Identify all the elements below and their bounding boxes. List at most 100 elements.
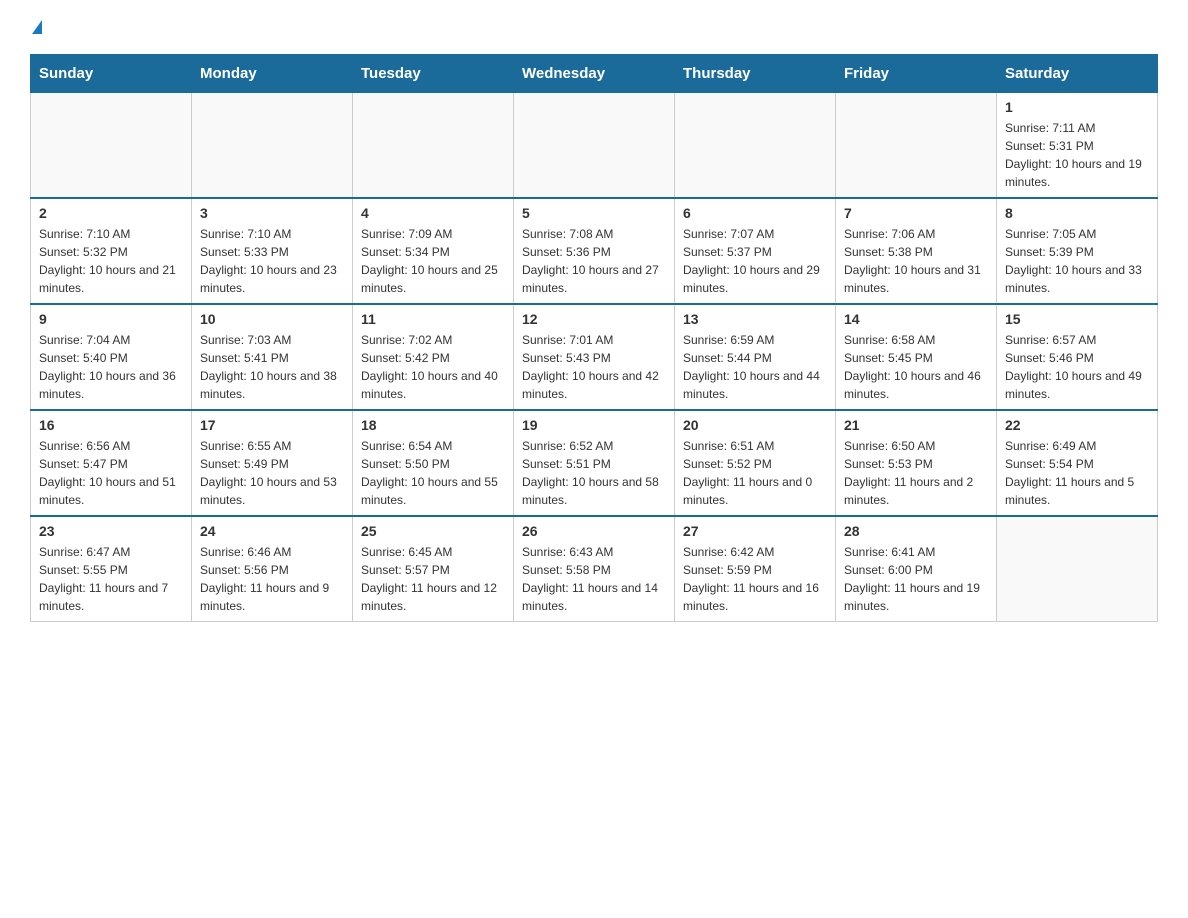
calendar-day-cell: 12 Sunrise: 7:01 AMSunset: 5:43 PMDayligh… — [514, 304, 675, 410]
day-number: 28 — [844, 523, 988, 539]
day-info: Sunrise: 7:08 AMSunset: 5:36 PMDaylight:… — [522, 225, 666, 297]
day-of-week-header: Wednesday — [514, 55, 675, 93]
day-number: 3 — [200, 205, 344, 221]
day-number: 6 — [683, 205, 827, 221]
calendar-day-cell: 19 Sunrise: 6:52 AMSunset: 5:51 PMDayligh… — [514, 410, 675, 516]
calendar-day-cell — [997, 516, 1158, 622]
calendar-day-cell: 7Sunrise: 7:06 AMSunset: 5:38 PMDaylight… — [836, 198, 997, 304]
calendar-day-cell: 11 Sunrise: 7:02 AMSunset: 5:42 PMDayligh… — [353, 304, 514, 410]
calendar-day-cell: 2 Sunrise: 7:10 AMSunset: 5:32 PMDaylight… — [31, 198, 192, 304]
calendar-day-cell: 10 Sunrise: 7:03 AMSunset: 5:41 PMDayligh… — [192, 304, 353, 410]
calendar-day-cell: 15 Sunrise: 6:57 AMSunset: 5:46 PMDayligh… — [997, 304, 1158, 410]
day-number: 10 — [200, 311, 344, 327]
calendar-day-cell — [514, 93, 675, 199]
day-info: Sunrise: 7:05 AMSunset: 5:39 PMDaylight:… — [1005, 225, 1149, 297]
day-number: 11 — [361, 311, 505, 327]
day-info: Sunrise: 6:50 AMSunset: 5:53 PMDaylight:… — [844, 437, 988, 509]
calendar-day-cell: 24 Sunrise: 6:46 AMSunset: 5:56 PMDayligh… — [192, 516, 353, 622]
day-number: 27 — [683, 523, 827, 539]
day-number: 16 — [39, 417, 183, 433]
calendar-day-cell — [192, 93, 353, 199]
calendar-day-cell: 14 Sunrise: 6:58 AMSunset: 5:45 PMDayligh… — [836, 304, 997, 410]
calendar-day-cell: 28Sunrise: 6:41 AMSunset: 6:00 PMDayligh… — [836, 516, 997, 622]
day-of-week-header: Monday — [192, 55, 353, 93]
calendar-day-cell: 3 Sunrise: 7:10 AMSunset: 5:33 PMDaylight… — [192, 198, 353, 304]
day-info: Sunrise: 6:49 AMSunset: 5:54 PMDaylight:… — [1005, 437, 1149, 509]
calendar-day-cell: 5 Sunrise: 7:08 AMSunset: 5:36 PMDaylight… — [514, 198, 675, 304]
calendar-day-cell: 25 Sunrise: 6:45 AMSunset: 5:57 PMDayligh… — [353, 516, 514, 622]
calendar-day-cell: 22 Sunrise: 6:49 AMSunset: 5:54 PMDayligh… — [997, 410, 1158, 516]
day-number: 9 — [39, 311, 183, 327]
day-number: 14 — [844, 311, 988, 327]
page-header — [30, 20, 1158, 34]
logo-triangle-icon — [32, 20, 42, 34]
day-info: Sunrise: 7:09 AMSunset: 5:34 PMDaylight:… — [361, 225, 505, 297]
calendar-table: SundayMondayTuesdayWednesdayThursdayFrid… — [30, 54, 1158, 622]
calendar-week-row: 2 Sunrise: 7:10 AMSunset: 5:32 PMDaylight… — [31, 198, 1158, 304]
day-of-week-header: Friday — [836, 55, 997, 93]
day-of-week-header: Thursday — [675, 55, 836, 93]
day-info: Sunrise: 7:02 AMSunset: 5:42 PMDaylight:… — [361, 331, 505, 403]
calendar-header-row: SundayMondayTuesdayWednesdayThursdayFrid… — [31, 55, 1158, 93]
day-number: 21 — [844, 417, 988, 433]
day-number: 2 — [39, 205, 183, 221]
day-info: Sunrise: 7:07 AMSunset: 5:37 PMDaylight:… — [683, 225, 827, 297]
calendar-day-cell: 17 Sunrise: 6:55 AMSunset: 5:49 PMDayligh… — [192, 410, 353, 516]
calendar-day-cell: 18 Sunrise: 6:54 AMSunset: 5:50 PMDayligh… — [353, 410, 514, 516]
day-info: Sunrise: 6:42 AMSunset: 5:59 PMDaylight:… — [683, 543, 827, 615]
calendar-day-cell: 6 Sunrise: 7:07 AMSunset: 5:37 PMDaylight… — [675, 198, 836, 304]
day-info: Sunrise: 7:11 AMSunset: 5:31 PMDaylight:… — [1005, 119, 1149, 191]
calendar-day-cell — [353, 93, 514, 199]
day-of-week-header: Sunday — [31, 55, 192, 93]
day-info: Sunrise: 6:58 AMSunset: 5:45 PMDaylight:… — [844, 331, 988, 403]
day-number: 4 — [361, 205, 505, 221]
day-number: 5 — [522, 205, 666, 221]
day-info: Sunrise: 6:59 AMSunset: 5:44 PMDaylight:… — [683, 331, 827, 403]
calendar-day-cell: 16 Sunrise: 6:56 AMSunset: 5:47 PMDayligh… — [31, 410, 192, 516]
calendar-day-cell: 26 Sunrise: 6:43 AMSunset: 5:58 PMDayligh… — [514, 516, 675, 622]
day-info: Sunrise: 7:04 AMSunset: 5:40 PMDaylight:… — [39, 331, 183, 403]
day-number: 25 — [361, 523, 505, 539]
calendar-day-cell: 9 Sunrise: 7:04 AMSunset: 5:40 PMDaylight… — [31, 304, 192, 410]
calendar-day-cell: 23 Sunrise: 6:47 AMSunset: 5:55 PMDayligh… — [31, 516, 192, 622]
day-number: 17 — [200, 417, 344, 433]
day-info: Sunrise: 6:56 AMSunset: 5:47 PMDaylight:… — [39, 437, 183, 509]
day-number: 22 — [1005, 417, 1149, 433]
calendar-week-row: 23 Sunrise: 6:47 AMSunset: 5:55 PMDayligh… — [31, 516, 1158, 622]
day-info: Sunrise: 7:10 AMSunset: 5:33 PMDaylight:… — [200, 225, 344, 297]
calendar-day-cell: 20 Sunrise: 6:51 AMSunset: 5:52 PMDayligh… — [675, 410, 836, 516]
day-info: Sunrise: 7:01 AMSunset: 5:43 PMDaylight:… — [522, 331, 666, 403]
day-number: 26 — [522, 523, 666, 539]
day-number: 24 — [200, 523, 344, 539]
calendar-day-cell: 21 Sunrise: 6:50 AMSunset: 5:53 PMDayligh… — [836, 410, 997, 516]
day-info: Sunrise: 6:45 AMSunset: 5:57 PMDaylight:… — [361, 543, 505, 615]
day-info: Sunrise: 6:47 AMSunset: 5:55 PMDaylight:… — [39, 543, 183, 615]
calendar-day-cell: 8 Sunrise: 7:05 AMSunset: 5:39 PMDaylight… — [997, 198, 1158, 304]
calendar-day-cell: 13Sunrise: 6:59 AMSunset: 5:44 PMDayligh… — [675, 304, 836, 410]
day-of-week-header: Saturday — [997, 55, 1158, 93]
day-info: Sunrise: 7:06 AMSunset: 5:38 PMDaylight:… — [844, 225, 988, 297]
day-number: 12 — [522, 311, 666, 327]
calendar-day-cell — [675, 93, 836, 199]
calendar-day-cell: 1 Sunrise: 7:11 AMSunset: 5:31 PMDaylight… — [997, 93, 1158, 199]
day-info: Sunrise: 6:57 AMSunset: 5:46 PMDaylight:… — [1005, 331, 1149, 403]
day-number: 1 — [1005, 99, 1149, 115]
day-info: Sunrise: 7:03 AMSunset: 5:41 PMDaylight:… — [200, 331, 344, 403]
day-info: Sunrise: 6:54 AMSunset: 5:50 PMDaylight:… — [361, 437, 505, 509]
day-of-week-header: Tuesday — [353, 55, 514, 93]
calendar-week-row: 1 Sunrise: 7:11 AMSunset: 5:31 PMDaylight… — [31, 93, 1158, 199]
day-number: 18 — [361, 417, 505, 433]
day-info: Sunrise: 6:51 AMSunset: 5:52 PMDaylight:… — [683, 437, 827, 509]
day-number: 19 — [522, 417, 666, 433]
logo — [30, 20, 42, 34]
day-number: 23 — [39, 523, 183, 539]
day-info: Sunrise: 6:43 AMSunset: 5:58 PMDaylight:… — [522, 543, 666, 615]
day-number: 20 — [683, 417, 827, 433]
calendar-day-cell: 4 Sunrise: 7:09 AMSunset: 5:34 PMDaylight… — [353, 198, 514, 304]
day-number: 8 — [1005, 205, 1149, 221]
day-info: Sunrise: 6:46 AMSunset: 5:56 PMDaylight:… — [200, 543, 344, 615]
day-number: 15 — [1005, 311, 1149, 327]
day-info: Sunrise: 6:55 AMSunset: 5:49 PMDaylight:… — [200, 437, 344, 509]
day-info: Sunrise: 6:52 AMSunset: 5:51 PMDaylight:… — [522, 437, 666, 509]
day-info: Sunrise: 7:10 AMSunset: 5:32 PMDaylight:… — [39, 225, 183, 297]
